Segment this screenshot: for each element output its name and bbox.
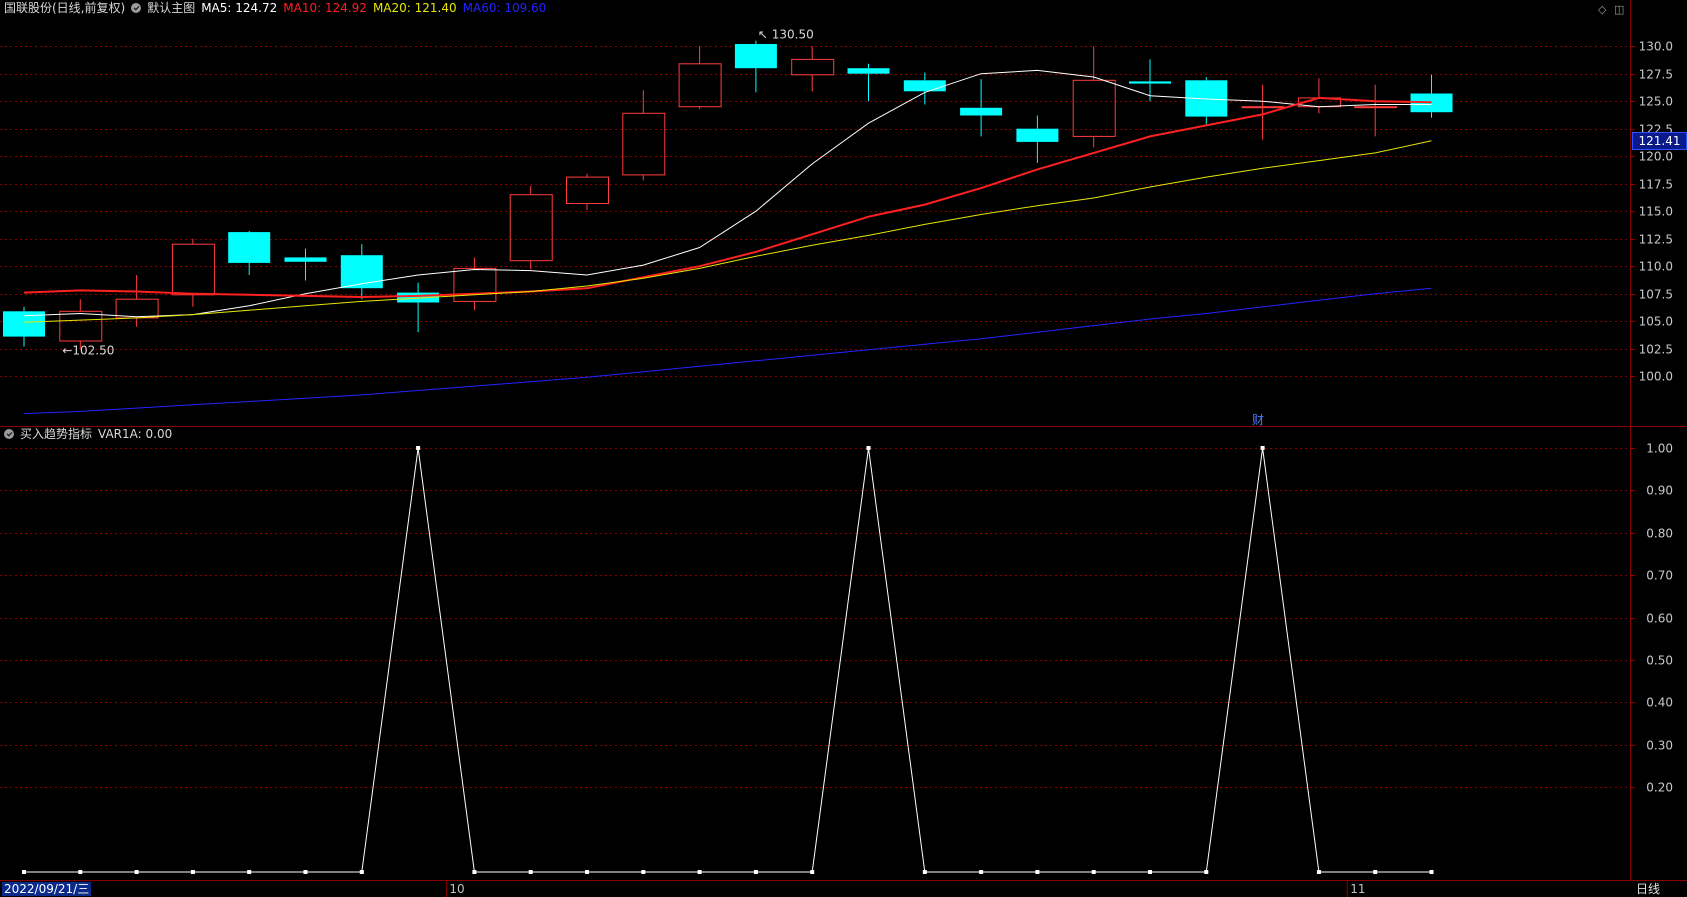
current-price-tag: 121.41 xyxy=(1632,131,1687,150)
indicator-y-tick-label: 0.50 xyxy=(1646,654,1673,668)
main-y-tick-label: 102.5 xyxy=(1639,343,1673,357)
main-y-tick-label: 100.0 xyxy=(1639,370,1673,384)
var1a-point xyxy=(1316,870,1321,874)
var1a-point xyxy=(78,870,83,874)
main-y-tick-label: 105.0 xyxy=(1639,315,1673,329)
candle-body xyxy=(960,107,1003,116)
var1a-point xyxy=(810,870,815,874)
ma-line-ma60 xyxy=(23,287,1432,415)
candle-body xyxy=(903,80,946,92)
var1a-point xyxy=(1260,446,1265,450)
var1a-point xyxy=(866,446,871,450)
var1a-point xyxy=(1148,870,1152,874)
main-y-tick-label: 110.0 xyxy=(1639,260,1673,274)
period-label[interactable]: 日线 xyxy=(1636,882,1660,896)
indicator-y-tick-label: 0.40 xyxy=(1646,696,1673,710)
candle-body xyxy=(1016,128,1059,142)
indicator-y-tick-label: 0.90 xyxy=(1646,484,1673,498)
candle-body xyxy=(566,176,609,205)
candle-body xyxy=(1129,81,1171,84)
var1a-point xyxy=(247,870,252,874)
var1a-point xyxy=(979,870,984,874)
candle-body xyxy=(1354,106,1398,109)
candle-body xyxy=(228,232,271,263)
indicator-y-tick-label: 0.20 xyxy=(1646,781,1673,795)
main-y-tick-label: 127.5 xyxy=(1639,68,1673,82)
var1a-point xyxy=(359,870,364,874)
chart-canvas[interactable]: 100.0 102.5 105.0 107.5 110.0 112.5 115.0 117.5… xyxy=(0,0,1687,897)
var1a-point xyxy=(528,870,533,874)
indicator-y-tick-label: 0.70 xyxy=(1646,569,1673,583)
var1a-point xyxy=(922,870,927,874)
var1a-point xyxy=(22,870,26,874)
low-price-annotation: ←102.50 xyxy=(62,344,114,358)
indicator-y-tick-label: 0.60 xyxy=(1646,612,1673,626)
var1a-point xyxy=(190,870,195,874)
date-readout: 2022/09/21/三 xyxy=(2,882,92,896)
candle-body xyxy=(791,58,835,76)
finance-marker[interactable]: 财 xyxy=(1252,411,1264,428)
candle-body xyxy=(340,255,383,289)
high-price-annotation: ↖ 130.50 xyxy=(758,28,814,42)
var1a-point xyxy=(697,870,702,874)
month-label-oct: 10 xyxy=(449,882,465,896)
candle-body xyxy=(59,310,103,342)
candle-body xyxy=(847,68,890,74)
candle-body xyxy=(115,298,159,319)
var1a-point xyxy=(753,870,758,874)
candle-body xyxy=(1241,106,1285,109)
var1a-point xyxy=(1429,870,1434,874)
var1a-point xyxy=(416,446,421,450)
indicator-y-tick-label: 0.30 xyxy=(1646,739,1673,753)
candle-body xyxy=(509,194,553,262)
month-label-nov: 11 xyxy=(1350,882,1366,896)
candle-body xyxy=(453,267,497,302)
var1a-point xyxy=(1035,870,1040,874)
candle-body xyxy=(734,44,777,69)
main-y-tick-label: 117.5 xyxy=(1639,178,1673,192)
ma-line-ma10 xyxy=(23,96,1432,299)
var1a-point xyxy=(472,870,477,874)
stock-chart-app: 国联股份(日线,前复权) 默认主图 MA5: 124.72 MA10: 124.92 M… xyxy=(0,0,1687,897)
var1a-point xyxy=(1373,870,1378,874)
candle-body xyxy=(622,112,666,176)
main-y-tick-label: 112.5 xyxy=(1639,233,1673,247)
main-y-tick-label: 125.0 xyxy=(1639,95,1673,109)
candle-body xyxy=(284,257,327,262)
main-y-tick-label: 115.0 xyxy=(1639,205,1673,219)
var1a-point xyxy=(303,870,308,874)
main-y-tick-label: 120.0 xyxy=(1639,150,1673,164)
candle-body xyxy=(1072,79,1116,137)
indicator-y-tick-label: 0.80 xyxy=(1646,527,1673,541)
var1a-point xyxy=(1091,870,1096,874)
var1a-point xyxy=(134,870,139,874)
candle-body xyxy=(171,243,215,296)
main-y-tick-label: 130.0 xyxy=(1639,40,1673,54)
indicator-y-tick-label: 1.00 xyxy=(1646,442,1673,456)
main-y-tick-label: 107.5 xyxy=(1639,288,1673,302)
candle-body xyxy=(678,63,722,108)
var1a-point xyxy=(641,870,646,874)
var1a-point xyxy=(585,870,589,874)
var1a-point xyxy=(1204,870,1209,874)
